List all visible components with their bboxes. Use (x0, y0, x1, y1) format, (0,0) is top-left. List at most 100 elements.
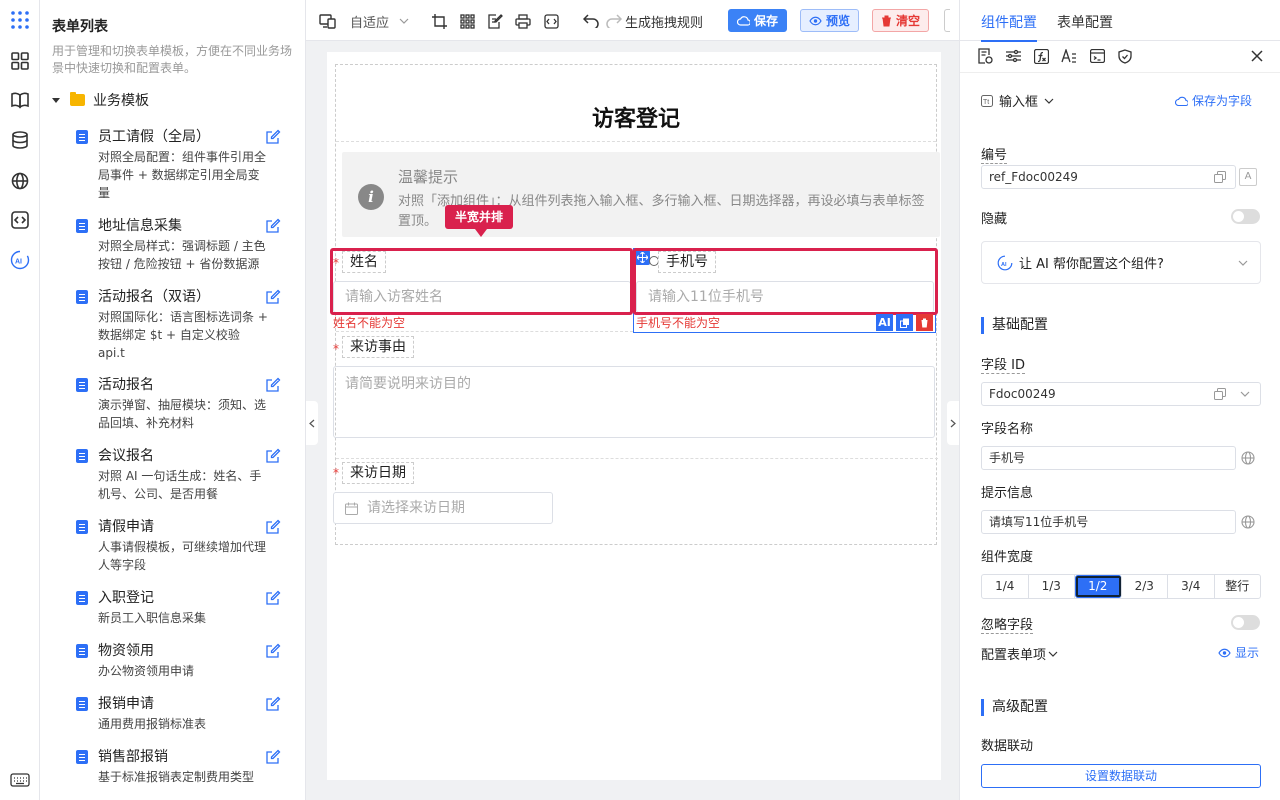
edit-doc-icon[interactable] (486, 12, 504, 30)
close-icon[interactable] (1248, 47, 1266, 65)
template-desc: 人事请假模板，可继续增加代理人等字段 (98, 540, 267, 572)
edit-icon[interactable] (265, 590, 281, 606)
book-icon[interactable] (8, 88, 32, 112)
globe-icon[interactable] (1241, 515, 1255, 529)
folder-icon (70, 92, 85, 106)
copy-icon[interactable] (1214, 388, 1226, 400)
basic-config-heading: 基础配置 (981, 317, 1048, 334)
ai-config-button[interactable]: AI (876, 314, 893, 331)
ai-assist-collapse[interactable]: AI 让 AI 帮你配置这个组件? (981, 241, 1261, 284)
overflow-button-edge[interactable] (944, 9, 950, 32)
edit-icon[interactable] (265, 377, 281, 393)
copy-icon[interactable] (1214, 171, 1226, 183)
clear-button[interactable]: 清空 (872, 9, 930, 32)
width-option[interactable]: 整行 (1215, 575, 1261, 598)
device-icon[interactable] (318, 12, 336, 30)
edit-icon[interactable] (265, 289, 281, 305)
chevron-down-icon (1048, 651, 1058, 657)
generate-rules-button[interactable]: 生成拖拽规则 (625, 12, 711, 31)
tab-component-config[interactable]: 组件配置 (981, 12, 1037, 42)
hint-input[interactable]: 请填写11位手机号 (981, 510, 1236, 534)
redo-icon[interactable] (605, 12, 623, 30)
template-name: 活动报名 (98, 377, 154, 393)
crop-icon[interactable] (430, 12, 448, 30)
code-label: 编号 (981, 144, 1008, 164)
field-name-input[interactable]: 手机号 (981, 446, 1236, 470)
edit-icon[interactable] (265, 129, 281, 145)
edit-icon[interactable] (265, 643, 281, 659)
width-option[interactable]: 1/2 (1075, 575, 1122, 598)
tab-form-config[interactable]: 表单配置 (1057, 12, 1113, 32)
folder-business-templates[interactable]: 业务模板 (52, 90, 149, 110)
ignore-field-label: 忽略字段 (981, 614, 1034, 634)
zoom-select[interactable]: 自适应 (350, 12, 410, 31)
delete-component-button[interactable] (916, 314, 933, 331)
edit-icon[interactable] (265, 519, 281, 535)
json-icon[interactable] (542, 12, 560, 30)
apps-icon[interactable] (8, 49, 32, 73)
save-label: 保存 (754, 14, 779, 28)
undo-icon[interactable] (582, 12, 600, 30)
panel-title: 表单列表 (52, 19, 108, 35)
grid-dots-icon[interactable] (8, 8, 32, 32)
eye-icon (809, 16, 822, 25)
globe-icon[interactable] (8, 169, 32, 193)
document-icon (76, 219, 88, 233)
show-toggle-button[interactable]: 显示 (1218, 644, 1259, 661)
edit-icon[interactable] (265, 448, 281, 464)
ignore-field-switch[interactable] (1231, 615, 1260, 630)
collapse-left-button[interactable] (306, 401, 318, 445)
width-option[interactable]: 2/3 (1122, 575, 1168, 598)
info-icon: i (358, 184, 384, 210)
globe-icon[interactable] (1241, 451, 1255, 465)
document-icon (76, 130, 88, 144)
edit-icon[interactable] (265, 749, 281, 765)
document-icon (76, 750, 88, 764)
reason-label: 来访事由 (342, 336, 414, 358)
form-title[interactable]: 访客登记 (336, 101, 936, 133)
config-panel: 组件配置 表单配置 Tt 输入框 保存为字段 编号 ref_Fdoc00249 … (959, 0, 1280, 800)
event-window-icon[interactable] (1088, 47, 1106, 65)
keyboard-icon[interactable] (8, 768, 32, 792)
copy-component-button[interactable] (896, 314, 913, 331)
edit-icon[interactable] (265, 696, 281, 712)
database-icon[interactable] (8, 128, 32, 152)
width-option[interactable]: 3/4 (1168, 575, 1215, 598)
print-icon[interactable] (514, 12, 532, 30)
code-input[interactable]: ref_Fdoc00249 (981, 165, 1236, 189)
tip-title: 温馨提示 (398, 168, 459, 186)
width-option[interactable]: 1/3 (1029, 575, 1075, 598)
component-props-icon[interactable] (976, 47, 994, 65)
reason-textarea[interactable]: 请简要说明来访目的 (333, 366, 935, 438)
preview-button[interactable]: 预览 (800, 9, 860, 32)
set-data-linkage-button[interactable]: 设置数据联动 (981, 764, 1261, 788)
collapse-right-button[interactable] (947, 401, 959, 445)
translate-icon[interactable]: A (1239, 168, 1257, 186)
date-picker[interactable]: 请选择来访日期 (333, 492, 553, 524)
preview-label: 预览 (826, 14, 851, 28)
function-icon[interactable] (1032, 47, 1050, 65)
font-style-icon[interactable] (1060, 47, 1078, 65)
tip-alert[interactable]: i 温馨提示 对照「添加组件」：从组件列表拖入输入框、多行输入框、日期选择器，再… (342, 152, 940, 237)
save-button[interactable]: 保存 (728, 9, 788, 32)
name-highlight (330, 248, 633, 315)
hidden-switch[interactable] (1231, 209, 1260, 224)
caret-down-icon[interactable] (52, 97, 60, 103)
ai-icon[interactable]: AI (8, 248, 32, 272)
sliders-icon[interactable] (1004, 47, 1022, 65)
shield-icon[interactable] (1116, 47, 1134, 65)
component-type-select[interactable]: Tt 输入框 (981, 91, 1054, 110)
template-desc: 对照 AI 一句话生成：姓名、手机号、公司、是否用餐 (98, 469, 262, 501)
document-icon (76, 644, 88, 658)
template-desc: 对照全局样式：强调标题 / 主色按钮 / 危险按钮 + 省份数据源 (98, 239, 266, 271)
code-icon[interactable] (8, 208, 32, 232)
grid-icon[interactable] (458, 12, 476, 30)
save-as-field-button[interactable]: 保存为字段 (1175, 92, 1252, 109)
config-items-toggle[interactable]: 配置表单项 (981, 644, 1058, 663)
hint-label: 提示信息 (981, 486, 1034, 501)
icon-rail: AI (0, 0, 40, 800)
template-name: 请假申请 (98, 519, 154, 535)
edit-icon[interactable] (265, 218, 281, 234)
width-option[interactable]: 1/4 (982, 575, 1029, 598)
trash-icon (882, 15, 891, 26)
